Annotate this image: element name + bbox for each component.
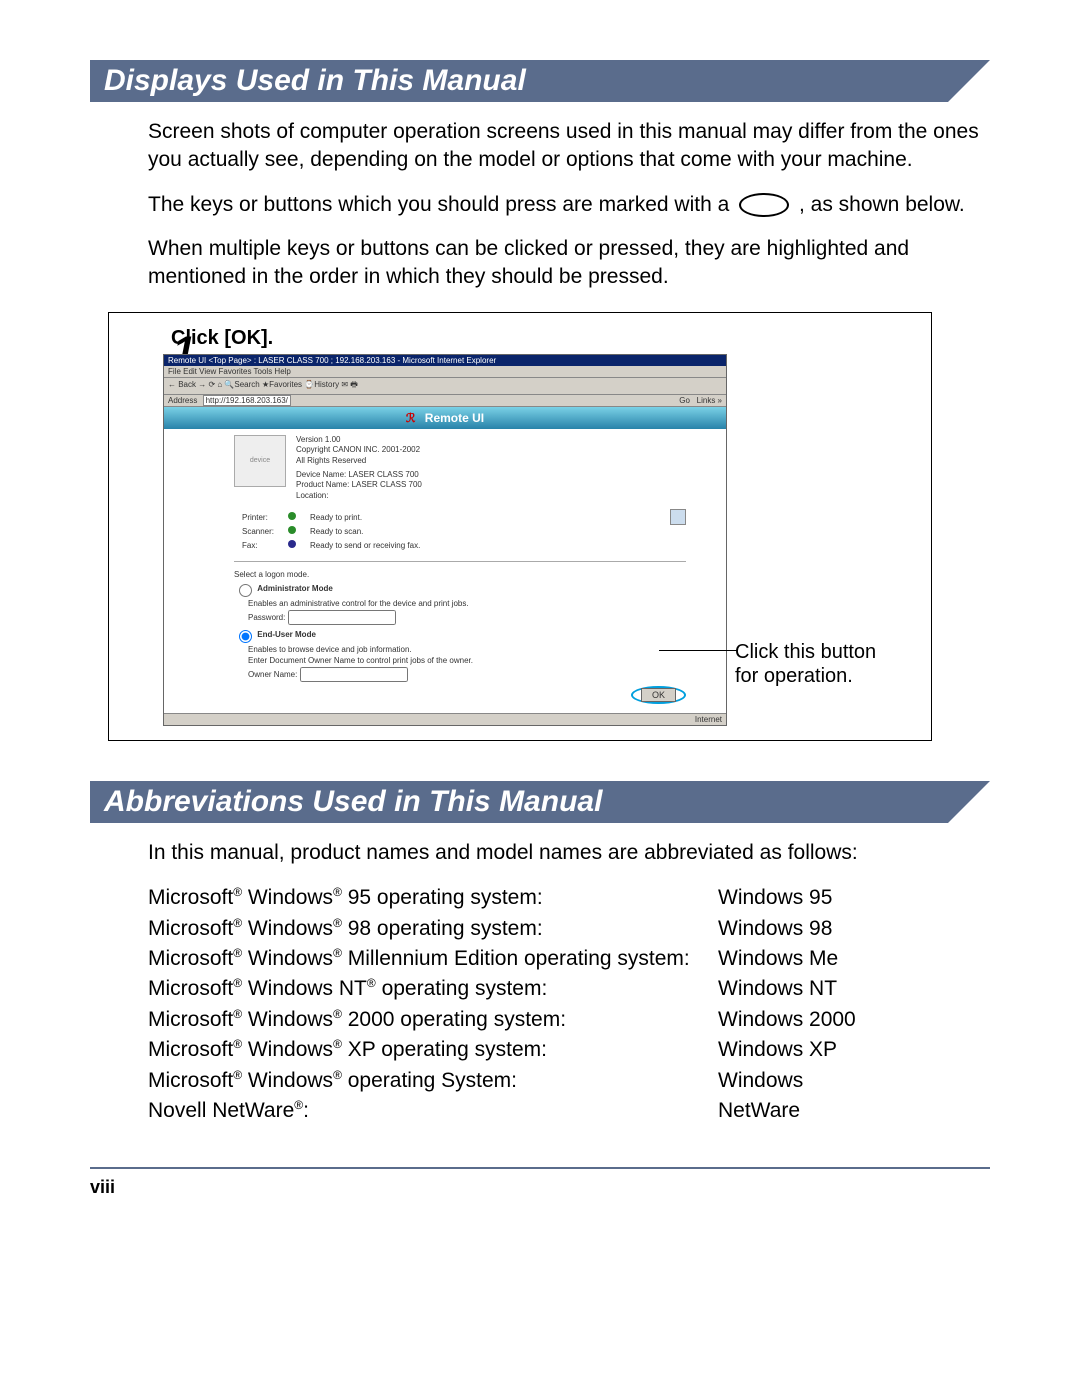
footer-divider: [90, 1167, 990, 1169]
abbr-left: Microsoft® Windows NT® operating system:: [148, 974, 718, 1004]
browser-window: Remote UI <Top Page> : LASER CLASS 700 ;…: [163, 354, 727, 726]
abbr-left: Microsoft® Windows® XP operating system:: [148, 1035, 718, 1065]
browser-addressbar[interactable]: Address http://192.168.203.163/ Go Links…: [164, 395, 726, 407]
product-name: LASER CLASS 700: [352, 480, 422, 489]
abbr-row: Microsoft® Windows® operating System:Win…: [148, 1066, 990, 1096]
abbr-left: Microsoft® Windows® 95 operating system:: [148, 883, 718, 913]
device-name: LASER CLASS 700: [348, 470, 418, 479]
addr-value[interactable]: http://192.168.203.163/: [203, 395, 291, 406]
para2: The keys or buttons which you should pre…: [148, 191, 990, 219]
login-title: Select a logon mode.: [234, 570, 686, 579]
abbr-row: Microsoft® Windows® 2000 operating syste…: [148, 1005, 990, 1035]
browser-menubar[interactable]: File Edit View Favorites Tools Help: [164, 366, 726, 378]
page-number: viii: [90, 1177, 990, 1198]
abbr-left: Microsoft® Windows® 2000 operating syste…: [148, 1005, 718, 1035]
ok-button[interactable]: OK: [641, 688, 676, 702]
printer-label: Printer:: [236, 511, 280, 523]
remote-ui-text: Remote UI: [425, 411, 484, 425]
device-image-icon: device: [234, 435, 286, 487]
abbr-right: NetWare: [718, 1096, 800, 1126]
callout-text: Click this button for operation.: [735, 640, 905, 688]
example-figure: 1 Click [OK]. Remote UI <Top Page> : LAS…: [108, 312, 932, 741]
copyright: Copyright CANON INC. 2001-2002: [296, 445, 422, 455]
links-button[interactable]: Links »: [697, 396, 722, 405]
password-label: Password:: [248, 613, 285, 622]
abbr-right: Windows 95: [718, 883, 832, 913]
password-input[interactable]: [288, 610, 396, 625]
browser-titlebar: Remote UI <Top Page> : LASER CLASS 700 ;…: [164, 355, 726, 366]
status-dot-icon: [288, 512, 296, 520]
refresh-icon[interactable]: [670, 509, 686, 525]
owner-input[interactable]: [300, 667, 408, 682]
statusbar-internet: Internet: [695, 715, 722, 724]
abbr-row: Microsoft® Windows® Millennium Edition o…: [148, 944, 990, 974]
admin-radio[interactable]: [239, 584, 252, 597]
step-title: Click [OK].: [171, 327, 917, 350]
heading-abbreviations: Abbreviations Used in This Manual: [90, 781, 990, 823]
owner-label: Owner Name:: [248, 670, 297, 679]
version: Version 1.00: [296, 435, 422, 445]
abbr-row: Novell NetWare®:NetWare: [148, 1096, 990, 1126]
abbr-right: Windows Me: [718, 944, 838, 974]
callout-line2: for operation.: [735, 665, 853, 687]
addr-label: Address: [168, 396, 197, 405]
device-name-label: Device Name:: [296, 470, 346, 479]
browser-statusbar: Internet: [164, 713, 726, 725]
abbr-row: Microsoft® Windows NT® operating system:…: [148, 974, 990, 1004]
heading1-text: Displays Used in This Manual: [104, 64, 526, 97]
remote-ui-icon: ℛ: [406, 411, 416, 425]
enduser-desc2: Enter Document Owner Name to control pri…: [248, 656, 686, 665]
abbr-right: Windows 98: [718, 914, 832, 944]
abbr-right: Windows: [718, 1066, 803, 1096]
callout-line: [659, 650, 737, 651]
heading-displays: Displays Used in This Manual: [90, 60, 990, 102]
para1: Screen shots of computer operation scree…: [148, 118, 990, 175]
go-button[interactable]: Go: [679, 396, 690, 405]
abbr-row: Microsoft® Windows® 95 operating system:…: [148, 883, 990, 913]
heading2-text: Abbreviations Used in This Manual: [104, 785, 602, 818]
abbreviations-table: Microsoft® Windows® 95 operating system:…: [148, 883, 990, 1127]
para2b: , as shown below.: [799, 193, 965, 216]
para2a: The keys or buttons which you should pre…: [148, 193, 735, 216]
abbr-right: Windows NT: [718, 974, 837, 1004]
fax-label: Fax:: [236, 539, 280, 551]
browser-toolbar[interactable]: ← Back → ⟳ ⌂ 🔍Search ★Favorites ⌚History…: [164, 378, 726, 395]
oval-marker-icon: [739, 193, 789, 217]
abbr-row: Microsoft® Windows® XP operating system:…: [148, 1035, 990, 1065]
abbr-right: Windows XP: [718, 1035, 837, 1065]
enduser-radio[interactable]: [239, 630, 252, 643]
product-name-label: Product Name:: [296, 480, 349, 489]
abbr-right: Windows 2000: [718, 1005, 856, 1035]
printer-status: Ready to print.: [304, 511, 426, 523]
ok-ellipse-highlight: OK: [631, 686, 686, 704]
para3: When multiple keys or buttons can be cli…: [148, 235, 990, 292]
status-dot-icon: [288, 526, 296, 534]
abbr-left: Microsoft® Windows® Millennium Edition o…: [148, 944, 718, 974]
abbr-left: Microsoft® Windows® 98 operating system:: [148, 914, 718, 944]
abbr-left: Novell NetWare®:: [148, 1096, 718, 1126]
admin-desc: Enables an administrative control for th…: [248, 599, 686, 608]
abbr-row: Microsoft® Windows® 98 operating system:…: [148, 914, 990, 944]
rights: All Rights Reserved: [296, 456, 422, 466]
location-label: Location:: [296, 491, 422, 501]
scanner-label: Scanner:: [236, 525, 280, 537]
enduser-label: End-User Mode: [257, 630, 316, 639]
abbr-left: Microsoft® Windows® operating System:: [148, 1066, 718, 1096]
remote-ui-banner: ℛ Remote UI: [164, 407, 726, 429]
enduser-desc: Enables to browse device and job informa…: [248, 645, 686, 654]
scanner-status: Ready to scan.: [304, 525, 426, 537]
status-dot-icon: [288, 540, 296, 548]
abbr-intro: In this manual, product names and model …: [148, 839, 990, 867]
admin-label: Administrator Mode: [257, 584, 333, 593]
callout-line1: Click this button: [735, 641, 876, 663]
fax-status: Ready to send or receiving fax.: [304, 539, 426, 551]
